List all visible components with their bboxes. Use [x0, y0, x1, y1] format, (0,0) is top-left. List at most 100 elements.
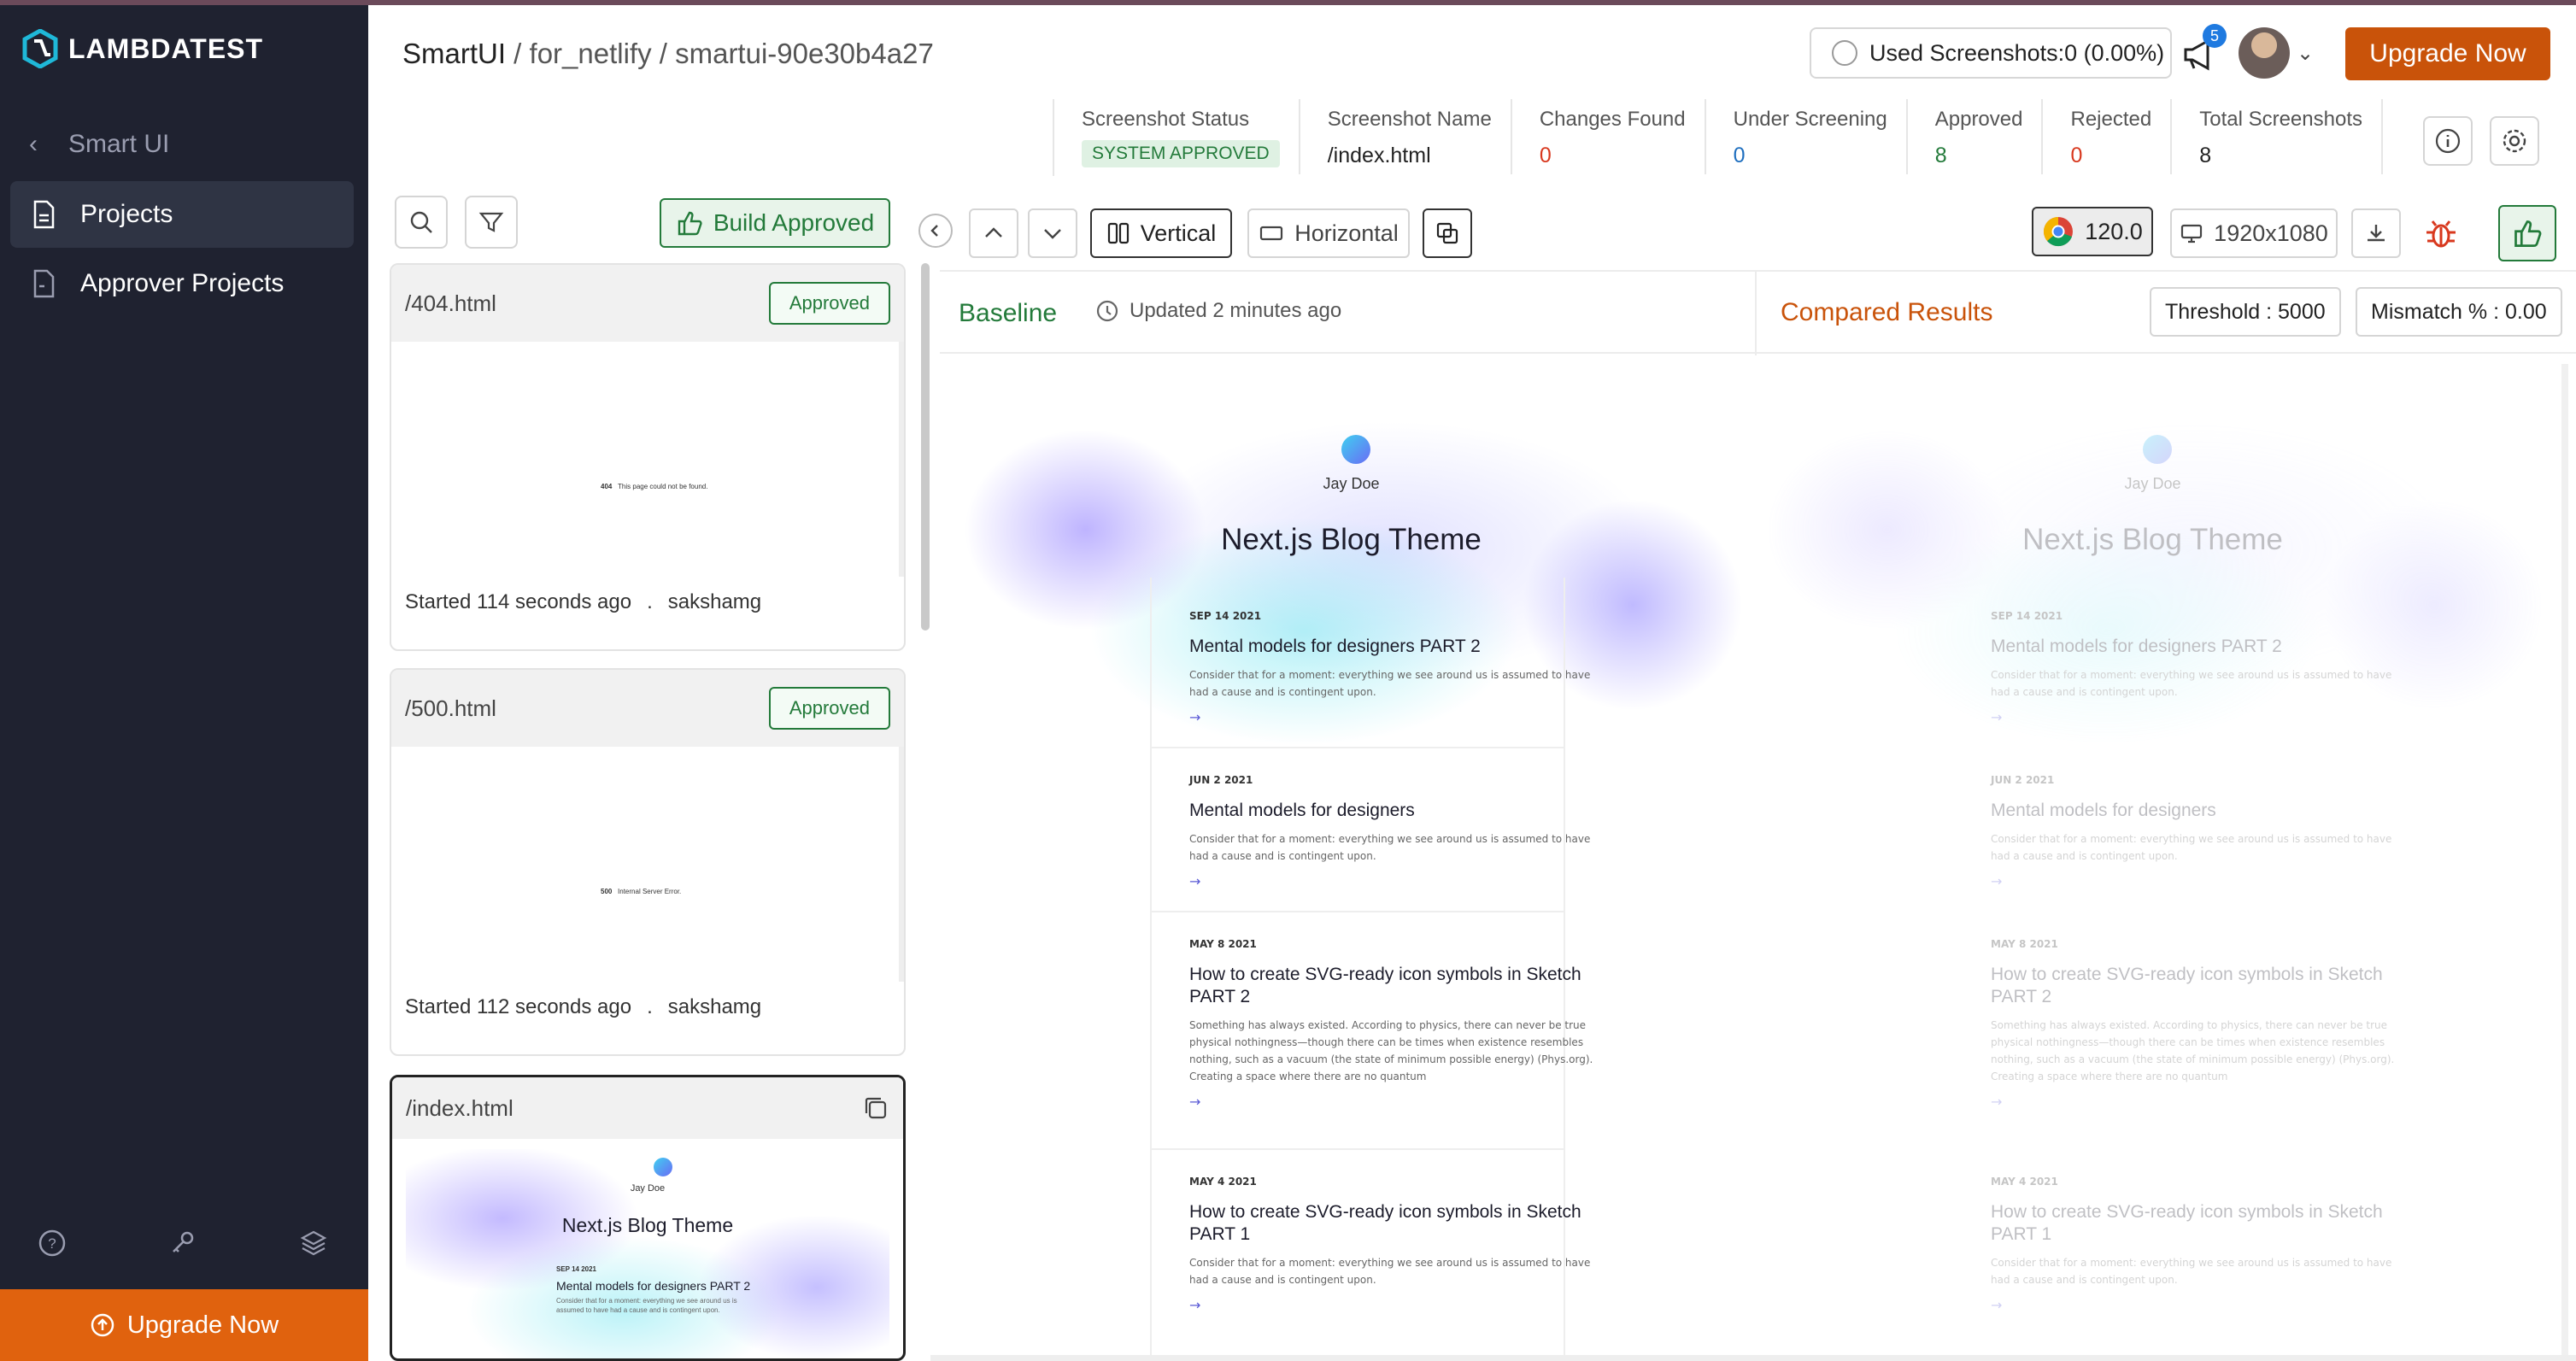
build-approved-button[interactable]: Build Approved — [660, 198, 890, 248]
blog-avatar — [2143, 435, 2172, 464]
post-divider — [1150, 747, 1565, 748]
used-screenshots-text: Used Screenshots:0 (0.00%) — [1869, 39, 2165, 66]
thumbnail-title: Next.js Blog Theme — [561, 1214, 734, 1236]
blog-post[interactable]: MAY 8 2021 How to create SVG-ready icon … — [1189, 938, 1605, 1110]
upgrade-label: Upgrade Now — [126, 1311, 279, 1339]
mismatch-chip[interactable]: Mismatch % : 0.00 — [2356, 287, 2562, 337]
blog-post[interactable]: SEP 14 2021 Mental models for designers … — [1991, 610, 2406, 725]
post-divider — [1150, 911, 1565, 912]
card-thumbnail[interactable]: 404 This page could not be found. — [391, 342, 904, 577]
next-screenshot-button[interactable] — [1028, 208, 1077, 258]
baseline-title: Baseline — [959, 299, 1058, 327]
card-title: /index.html — [406, 1094, 513, 1121]
approved-button[interactable]: Approved — [768, 687, 890, 730]
back-to-smart-ui[interactable]: ‹ Smart UI — [29, 130, 169, 159]
report-bug-button[interactable] — [2421, 214, 2461, 253]
history-icon — [1096, 300, 1118, 322]
used-screenshots-indicator[interactable]: Used Screenshots:0 (0.00%) — [1810, 27, 2172, 79]
stat-value: 8 — [2199, 144, 2212, 167]
panel-header-top-border — [940, 270, 2576, 272]
approved-button[interactable]: Approved — [768, 282, 890, 325]
threshold-chip[interactable]: Threshold : 5000 — [2150, 287, 2341, 337]
sidebar-item-projects[interactable]: Projects — [10, 181, 354, 248]
arrow-right-icon: → — [1189, 1297, 1201, 1313]
screenshot-card[interactable]: /404.html Approved 404 This page could n… — [390, 263, 906, 651]
collapse-list-button[interactable] — [918, 214, 953, 248]
post-date: JUN 2 2021 — [1991, 774, 2055, 786]
avatar[interactable] — [2239, 27, 2290, 79]
blog-post[interactable]: MAY 4 2021 How to create SVG-ready icon … — [1189, 1176, 1605, 1313]
browser-version-selector[interactable]: 120.0 — [2032, 207, 2153, 256]
key-icon[interactable] — [168, 1229, 197, 1258]
search-icon — [410, 211, 432, 233]
approve-button[interactable] — [2498, 205, 2556, 261]
blog-post[interactable]: SEP 14 2021 Mental models for designers … — [1189, 610, 1605, 725]
user-name: sakshamg — [667, 590, 762, 613]
download-button[interactable] — [2351, 208, 2401, 258]
arrow-up-circle-icon — [91, 1313, 114, 1337]
chrome-icon — [2044, 216, 2074, 247]
stat-value: 0 — [1733, 144, 1746, 167]
overlay-compare-button[interactable] — [1423, 208, 1472, 258]
blog-post[interactable]: JUN 2 2021 Mental models for designers C… — [1991, 774, 2406, 889]
resolution-selector[interactable]: 1920x1080 — [2170, 208, 2338, 258]
card-footer: Started 112 seconds ago . sakshamg — [391, 982, 904, 1033]
layers-icon[interactable] — [299, 1229, 328, 1258]
info-button[interactable] — [2423, 116, 2473, 166]
user-name: sakshamg — [667, 995, 762, 1018]
post-title: Mental models for designers PART 2 — [1991, 637, 2282, 656]
sidebar-item-label: Approver Projects — [80, 269, 285, 297]
breadcrumb-path[interactable]: / for_netlify / smartui-90e30b4a27 — [506, 38, 934, 69]
blog-post[interactable]: MAY 8 2021 How to create SVG-ready icon … — [1991, 938, 2406, 1110]
baseline-preview[interactable]: Jay Doe Next.js Blog Theme SEP 14 2021 M… — [960, 364, 1742, 1361]
search-button[interactable] — [395, 196, 448, 249]
arrow-right-icon: → — [1991, 709, 2003, 725]
brand-name: LAMBDATEST — [68, 32, 264, 64]
previous-screenshot-button[interactable] — [969, 208, 1018, 258]
usage-ring-icon — [1832, 40, 1857, 66]
sidebar-item-approver-projects[interactable]: Approver Projects — [10, 250, 354, 317]
card-thumbnail[interactable]: 500 Internal Server Error. — [391, 747, 904, 982]
sidebar-upgrade-button[interactable]: Upgrade Now — [0, 1289, 368, 1361]
stat-changes-found: Changes Found 0 — [1512, 99, 1706, 174]
breadcrumb: SmartUI / for_netlify / smartui-90e30b4a… — [402, 38, 934, 70]
horizontal-layout-button[interactable]: Horizontal — [1247, 208, 1410, 258]
filter-button[interactable] — [465, 196, 518, 249]
post-desc: Consider that for a moment: everything w… — [1189, 833, 1591, 862]
screenshot-card[interactable]: /500.html Approved 500 Internal Server E… — [390, 668, 906, 1056]
status-badge: SYSTEM APPROVED — [1082, 140, 1280, 167]
vertical-layout-button[interactable]: Vertical — [1090, 208, 1232, 258]
settings-button[interactable] — [2490, 116, 2539, 166]
post-title: How to create SVG-ready icon symbols in … — [1991, 1202, 2383, 1244]
post-title: How to create SVG-ready icon symbols in … — [1189, 1202, 1581, 1244]
stat-value: 0 — [1539, 144, 1552, 167]
post-divider — [1150, 1148, 1565, 1150]
copy-icon[interactable] — [862, 1094, 889, 1122]
help-icon[interactable]: ? — [38, 1229, 67, 1258]
chevron-down-icon — [1044, 229, 1061, 239]
header-upgrade-button[interactable]: Upgrade Now — [2345, 27, 2550, 80]
thumbnail-author: Jay Doe — [630, 1183, 666, 1194]
compared-results-title: Compared Results — [1781, 298, 1993, 326]
compared-preview[interactable]: Jay Doe Next.js Blog Theme SEP 14 2021 M… — [1762, 364, 2544, 1361]
blog-title: Next.js Blog Theme — [1221, 523, 1482, 556]
card-header: /index.html — [392, 1077, 903, 1139]
chevron-down-icon[interactable]: ⌄ — [2297, 41, 2314, 66]
screenshot-card-selected[interactable]: /index.html Jay Doe Next.js Blog Theme S… — [390, 1075, 906, 1361]
arrow-right-icon: → — [1189, 1094, 1201, 1110]
breadcrumb-root[interactable]: SmartUI — [402, 38, 506, 69]
build-approved-label: Build Approved — [713, 209, 875, 236]
blog-post[interactable]: MAY 4 2021 How to create SVG-ready icon … — [1991, 1176, 2406, 1313]
card-thumbnail[interactable]: Jay Doe Next.js Blog Theme SEP 14 2021 M… — [406, 1149, 889, 1358]
blog-title: Next.js Blog Theme — [2022, 523, 2283, 556]
file-icon — [33, 269, 55, 298]
logo[interactable]: LAMBDATEST — [22, 29, 263, 68]
thumbnail-code: 404 — [601, 483, 613, 490]
preview-scrollbar[interactable] — [2561, 364, 2568, 1355]
list-scrollbar[interactable] — [921, 263, 930, 631]
card-title: /404.html — [405, 290, 496, 316]
screenshot-stats: Screenshot Status SYSTEM APPROVED Screen… — [1053, 99, 2383, 176]
separator: . — [647, 995, 653, 1018]
blog-post[interactable]: JUN 2 2021 Mental models for designers C… — [1189, 774, 1605, 889]
horizontal-scrollbar[interactable] — [930, 1355, 2576, 1361]
